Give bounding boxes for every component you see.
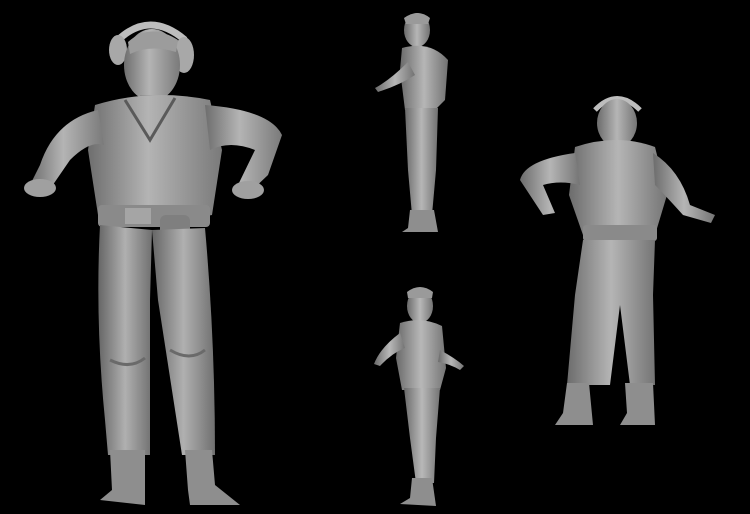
soldier-figure-front-icon	[24, 21, 282, 505]
back-view-figure	[505, 85, 750, 435]
soldier-figure-three-quarter-icon	[374, 287, 464, 506]
soldier-figure-back-icon	[520, 96, 715, 425]
three-quarter-view-figure	[360, 278, 480, 514]
side-view-figure	[360, 0, 470, 240]
front-view-figure	[0, 0, 300, 514]
soldier-figure-side-icon	[375, 13, 448, 232]
render-canvas	[0, 0, 750, 514]
